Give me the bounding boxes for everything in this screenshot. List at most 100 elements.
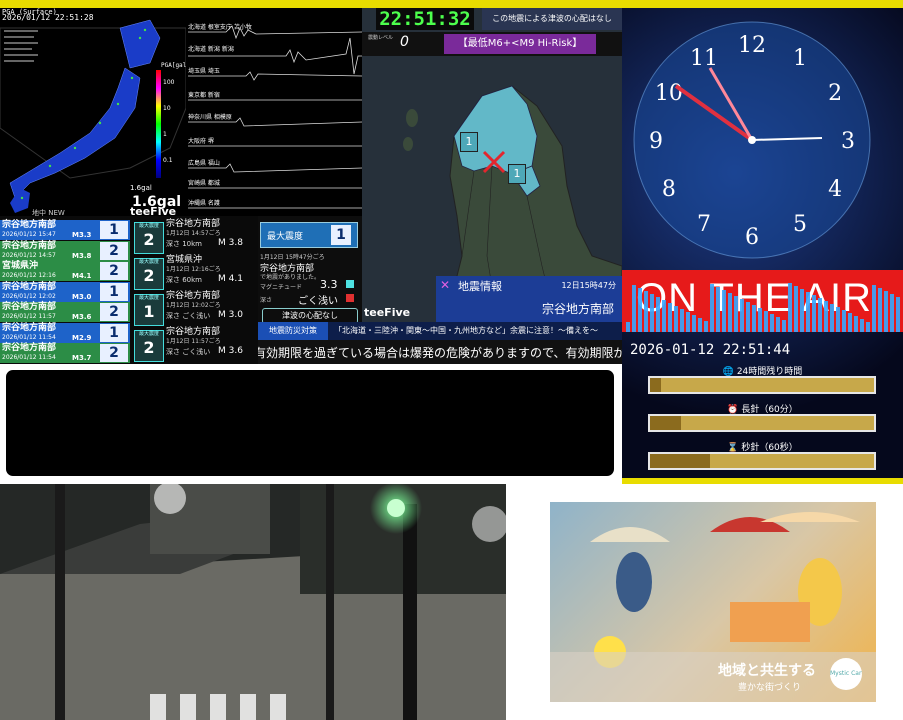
- clock-numeral: 7: [697, 212, 711, 237]
- station-label: 宮崎県 都城: [188, 180, 220, 187]
- meter-bar: [890, 294, 894, 332]
- meter-bar: [626, 322, 630, 332]
- quake-name: 宗谷地方南部: [2, 322, 57, 333]
- card-depth: 深さ 10km: [166, 240, 203, 248]
- meter-bar: [668, 303, 672, 332]
- intensity-marker: 1: [460, 132, 478, 152]
- quake-name: 宗谷地方南部: [2, 281, 57, 292]
- hokkaido-map-panel: 22:51:32 この地震による津波の心配はなし 震動レベル 0 【最低M6+<…: [362, 8, 622, 348]
- meter-bar: [662, 300, 666, 332]
- timer-fill: [650, 378, 662, 392]
- meter-bar: [770, 314, 774, 332]
- station-label: 広島県 福山: [188, 160, 220, 167]
- meter-bar: [638, 288, 642, 332]
- card-mag: M 4.1: [218, 274, 243, 284]
- card-mag: M 3.0: [218, 310, 243, 320]
- card-mag: M 3.8: [218, 238, 243, 248]
- card-depth: 深さ 60km: [166, 276, 203, 284]
- mag-swatch: [346, 280, 354, 288]
- meter-bar: [710, 284, 714, 332]
- timer-progress: [648, 452, 876, 470]
- intensity-badge: 最大震度 2: [134, 330, 164, 362]
- mag-label: マグニチュード: [260, 284, 303, 291]
- meter-bar: [824, 301, 828, 332]
- timer-progress: [648, 414, 876, 432]
- meter-bar: [650, 294, 654, 332]
- brand-logo: teeFive: [130, 205, 177, 216]
- meter-bar: [806, 292, 810, 332]
- meter-bar: [884, 291, 888, 332]
- meter-bar: [686, 312, 690, 332]
- clock-numeral: 2: [828, 81, 842, 106]
- meter-bar: [704, 321, 708, 332]
- scroll-ticker: 有効期限を過ぎている場合は爆発の危険がありますので、有効期限が過ぎ: [258, 340, 622, 364]
- card-mag: M 3.6: [218, 346, 243, 356]
- street-camera: [0, 484, 506, 720]
- audio-meter: [626, 283, 900, 332]
- legend-unit: PGA[gal]: [161, 62, 186, 69]
- timer-fill: [650, 416, 682, 430]
- quake-detail-card[interactable]: 最大震度 2 宗谷地方南部 1月12日 11:57ごろ 深さ ごく浅い M 3.…: [132, 324, 258, 364]
- meter-bar: [866, 322, 870, 332]
- ad-tagline: 地域と共生する: [718, 663, 816, 679]
- card-name: 宗谷地方南部: [166, 291, 221, 301]
- meter-bar: [812, 295, 816, 332]
- meter-bar: [680, 309, 684, 332]
- quake-mag: M2.9: [72, 333, 92, 342]
- quake-name: 宗谷地方南部: [2, 302, 57, 312]
- x-mark-icon: ✕: [440, 278, 451, 292]
- intensity-marker: 1: [508, 164, 526, 184]
- timer-progress: [648, 376, 876, 394]
- ticker-headline: 「北海道・三陸沖・関東〜中国・九州地方など」余震に注意！〜備えを〜: [334, 326, 598, 335]
- max-intensity-box: 最大震度 1: [260, 222, 358, 248]
- card-time: 1月12日 14:57ごろ: [166, 230, 221, 237]
- meter-bar: [698, 318, 702, 332]
- quake-time: 2026/01/12 12:02: [2, 292, 56, 300]
- market-scene: [550, 512, 876, 702]
- station-label: 東京都 新宿: [188, 92, 220, 99]
- timer-fill: [650, 454, 711, 468]
- card-name: 宮城県沖: [166, 255, 203, 265]
- quake-time: 2026/01/12 11:54: [2, 354, 56, 361]
- depth-swatch: [346, 294, 354, 302]
- card-name: 宗谷地方南部: [166, 219, 221, 229]
- station-label: 北海道 根室支庁 苫小牧: [188, 24, 252, 31]
- meter-bar: [758, 308, 762, 332]
- card-time: 1月12日 11:57ごろ: [166, 338, 221, 345]
- quake-intensity: 1: [100, 221, 128, 239]
- quake-mag: M4.1: [72, 272, 92, 280]
- meter-bar: [644, 291, 648, 332]
- quake-info-box: ✕ 地震情報 12日15時47分 宗谷地方南部: [436, 276, 622, 324]
- shake-level: 0: [400, 34, 409, 50]
- quake-intensity: 2: [100, 344, 128, 362]
- depth-value: ごく浅い: [298, 296, 338, 307]
- meter-bar: [794, 286, 798, 332]
- ad-logo: Mystic Cart: [830, 658, 862, 690]
- station-label: 大阪府 堺: [188, 138, 214, 145]
- pga-color-scale: [156, 70, 161, 178]
- max-intensity-value: 1: [331, 225, 351, 245]
- clock-numeral: 3: [841, 129, 855, 154]
- quake-name: 宗谷地方南部: [2, 240, 57, 251]
- clock-numeral: 8: [662, 177, 676, 202]
- meter-bar: [800, 289, 804, 332]
- meter-bar: [896, 297, 900, 332]
- clock-numeral: 6: [745, 225, 759, 250]
- quake-intensity: 1: [100, 282, 128, 301]
- quake-name: 宗谷地方南部: [2, 343, 57, 353]
- meter-bar: [860, 319, 864, 332]
- analog-clock: 12 12 3 45 6 78 9 10 11: [633, 21, 871, 259]
- intensity-badge: 最大震度 2: [134, 222, 164, 254]
- meter-bar: [632, 285, 636, 332]
- meter-bar: [782, 320, 786, 332]
- clock-numeral: 1: [793, 46, 807, 71]
- meter-bar: [842, 310, 846, 332]
- quake-intensity: 2: [100, 241, 128, 260]
- ad-subtitle: 豊かな街づくり: [738, 683, 802, 693]
- tsunami-banner: この地震による津波の心配はなし: [482, 8, 622, 30]
- quake-time: 2026/01/12 12:16: [2, 272, 56, 279]
- brand-logo-2: teeFive: [364, 306, 411, 319]
- meter-bar: [788, 283, 792, 332]
- seismic-intensity-map: PGA (Surface) 2026/01/12 22:51:28 PGA[ga…: [0, 8, 186, 216]
- meter-bar: [830, 304, 834, 332]
